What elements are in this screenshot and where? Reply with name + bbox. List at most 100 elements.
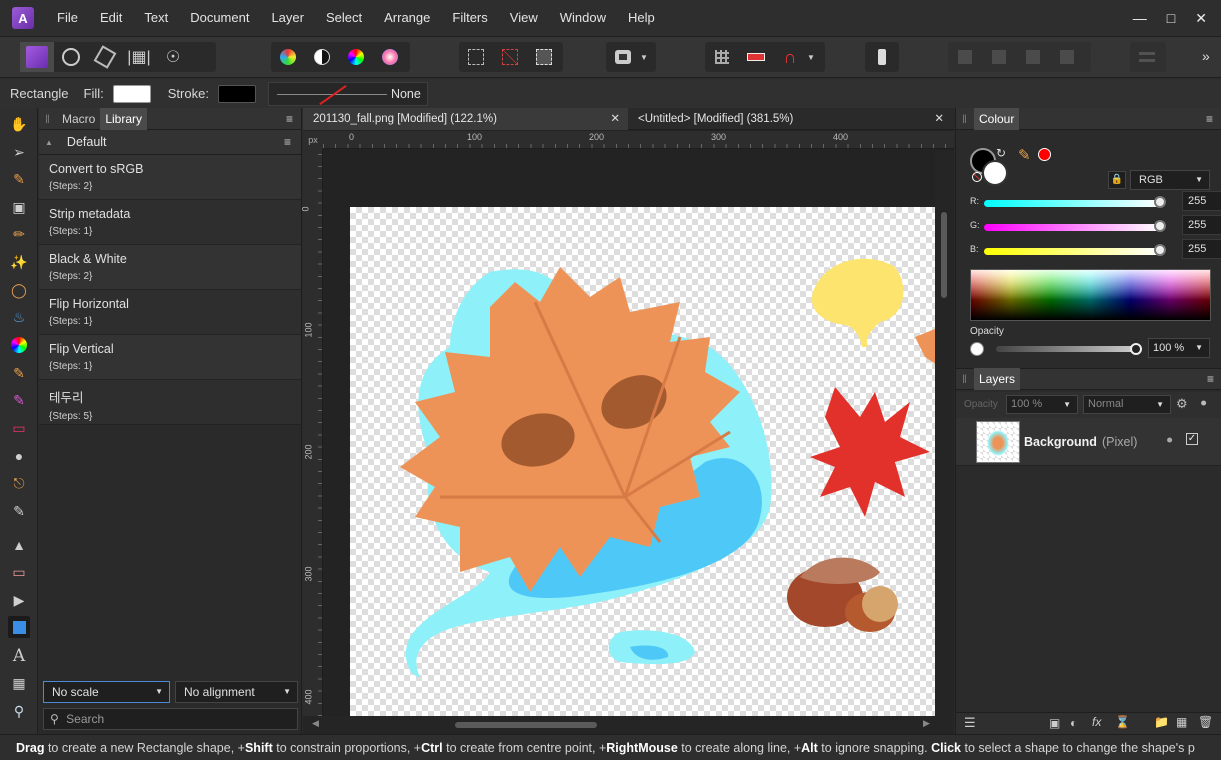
zoom-tool-icon[interactable]: ⚲ [8, 700, 30, 722]
menu-help[interactable]: Help [617, 0, 666, 36]
menu-view[interactable]: View [499, 0, 549, 36]
tone-mapping-persona-icon[interactable]: |▦| [122, 42, 156, 72]
stroke-colour-well[interactable] [982, 160, 1008, 186]
red-knob[interactable] [1154, 196, 1166, 208]
no-colour-icon[interactable] [972, 172, 982, 182]
tab-library[interactable]: Library [100, 107, 148, 130]
panel-menu-icon[interactable]: ≡ [1207, 372, 1214, 386]
levels-icon[interactable] [271, 42, 305, 72]
assistant-icon[interactable] [865, 42, 899, 72]
menu-select[interactable]: Select [315, 0, 373, 36]
close-icon[interactable]: ✕ [934, 108, 944, 130]
invert-selection-icon[interactable] [527, 42, 561, 72]
trash-icon[interactable]: 🗑 [1198, 715, 1213, 729]
auto-colour-icon[interactable] [339, 42, 373, 72]
export-persona-icon[interactable]: ☉ [156, 42, 190, 72]
tab-colour[interactable]: Colour [974, 107, 1020, 130]
erase-brush-icon[interactable]: ▭ [8, 417, 30, 439]
swap-colours-icon[interactable]: ↻ [996, 146, 1006, 160]
blue-track[interactable] [984, 248, 1160, 255]
chevron-down-icon[interactable]: ▼ [807, 53, 815, 62]
scale-select[interactable]: No scale ▼ [43, 681, 170, 703]
stroke-swatch[interactable] [217, 84, 256, 103]
vertical-scroll-thumb[interactable] [941, 212, 947, 298]
selection-brush-icon[interactable]: ✏ [8, 223, 30, 245]
dodge-brush-icon[interactable]: ● [8, 445, 30, 467]
menu-document[interactable]: Document [179, 0, 260, 36]
mask-layer-icon[interactable]: ▣ [1049, 716, 1060, 730]
blue-value-input[interactable]: 255 [1182, 239, 1221, 259]
fill-swatch[interactable] [112, 84, 151, 103]
paint-brush-icon[interactable]: ✎ [8, 362, 30, 384]
grid-icon[interactable] [705, 42, 739, 72]
close-icon[interactable]: ✕ [610, 108, 620, 130]
macro-item[interactable]: Flip Horizontal {Steps: 1} [39, 290, 301, 335]
group-folder-icon[interactable]: 📁 [1154, 715, 1169, 729]
gear-icon[interactable]: ⚙ [1176, 396, 1188, 412]
menu-file[interactable]: File [46, 0, 89, 36]
tab-macro[interactable]: Macro [57, 108, 100, 130]
category-header[interactable]: ▲ Default ≡ [39, 130, 301, 155]
recent-colour-swatch[interactable] [1038, 148, 1051, 161]
flood-select-icon[interactable]: ✨ [8, 251, 30, 273]
lock-icon[interactable]: 🔒 [1108, 171, 1126, 189]
chevron-down-icon[interactable]: ▼ [640, 53, 648, 62]
artistic-text-icon[interactable]: A [8, 645, 30, 667]
layer-opacity-select[interactable]: 100 % ▼ [1006, 395, 1078, 414]
horizontal-scroll-thumb[interactable] [455, 722, 597, 728]
opacity-knob[interactable] [1130, 343, 1142, 355]
lock-icon[interactable]: ⚫ [1165, 434, 1174, 447]
visibility-checkbox[interactable]: ✓ [1186, 433, 1198, 445]
tab-layers[interactable]: Layers [974, 368, 1021, 390]
align-icon[interactable] [1130, 42, 1164, 72]
blemish-removal-icon[interactable]: ✎ [8, 500, 30, 522]
alignment-select[interactable]: No alignment ▼ [175, 681, 298, 703]
fx-icon[interactable]: fx [1092, 715, 1101, 729]
vertical-scrollbar[interactable] [935, 150, 954, 716]
blend-mode-select[interactable]: Normal ▼ [1083, 395, 1171, 414]
gradient-tool-icon[interactable] [8, 334, 30, 356]
move-back-icon[interactable] [948, 42, 982, 72]
green-slider[interactable]: G: 255 [970, 215, 1221, 235]
macro-item[interactable]: Convert to sRGB {Steps: 2} [39, 155, 301, 200]
close-icon[interactable]: ✕ [1195, 10, 1207, 27]
menu-filters[interactable]: Filters [441, 0, 498, 36]
document-canvas[interactable] [350, 207, 935, 716]
colour-replacement-icon[interactable]: ✎ [8, 389, 30, 411]
horizontal-ruler[interactable]: 0 100 200 300 400 [323, 131, 954, 149]
scroll-right-icon[interactable]: ▶ [923, 718, 930, 729]
colour-spectrum[interactable] [970, 269, 1211, 321]
maximize-icon[interactable]: □ [1167, 10, 1175, 26]
red-value-input[interactable]: 255 [1182, 191, 1221, 211]
quick-mask-icon[interactable] [606, 42, 640, 72]
opacity-input[interactable]: 100 % ▼ [1148, 338, 1210, 358]
stroke-width-slider[interactable]: None [267, 81, 428, 106]
search-input[interactable]: ⚲ Search [43, 708, 298, 730]
menu-edit[interactable]: Edit [89, 0, 133, 36]
white-balance-icon[interactable] [373, 42, 407, 72]
colour-picker-icon[interactable]: ✎ [8, 168, 30, 190]
select-all-icon[interactable] [459, 42, 493, 72]
canvas-viewport[interactable] [324, 150, 935, 716]
macro-item[interactable]: Black & White {Steps: 2} [39, 245, 301, 290]
layer-name[interactable]: Background [1024, 435, 1097, 449]
blue-slider[interactable]: B: 255 [970, 239, 1221, 259]
mesh-warp-icon[interactable]: ▦ [8, 672, 30, 694]
macro-item[interactable]: 테두리 {Steps: 5} [39, 380, 301, 425]
toolbar-overflow-icon[interactable]: » [1202, 48, 1210, 64]
flood-fill-icon[interactable]: ♨ [8, 306, 30, 328]
green-track[interactable] [984, 224, 1160, 231]
crop-tool-icon[interactable]: ▣ [8, 196, 30, 218]
photo-persona-icon[interactable] [20, 42, 54, 72]
ruler-icon[interactable] [739, 42, 773, 72]
menu-arrange[interactable]: Arrange [373, 0, 441, 36]
macro-item[interactable]: Strip metadata {Steps: 1} [39, 200, 301, 245]
menu-layer[interactable]: Layer [260, 0, 315, 36]
scroll-left-icon[interactable]: ◀ [312, 718, 319, 729]
green-knob[interactable] [1154, 220, 1166, 232]
rectangle-tool-icon[interactable] [8, 616, 30, 638]
deselect-icon[interactable] [493, 42, 527, 72]
document-tab-active[interactable]: 201130_fall.png [Modified] (122.1%) ✕ [303, 108, 628, 130]
auto-contrast-icon[interactable] [305, 42, 339, 72]
red-slider[interactable]: R: 255 [970, 191, 1221, 211]
